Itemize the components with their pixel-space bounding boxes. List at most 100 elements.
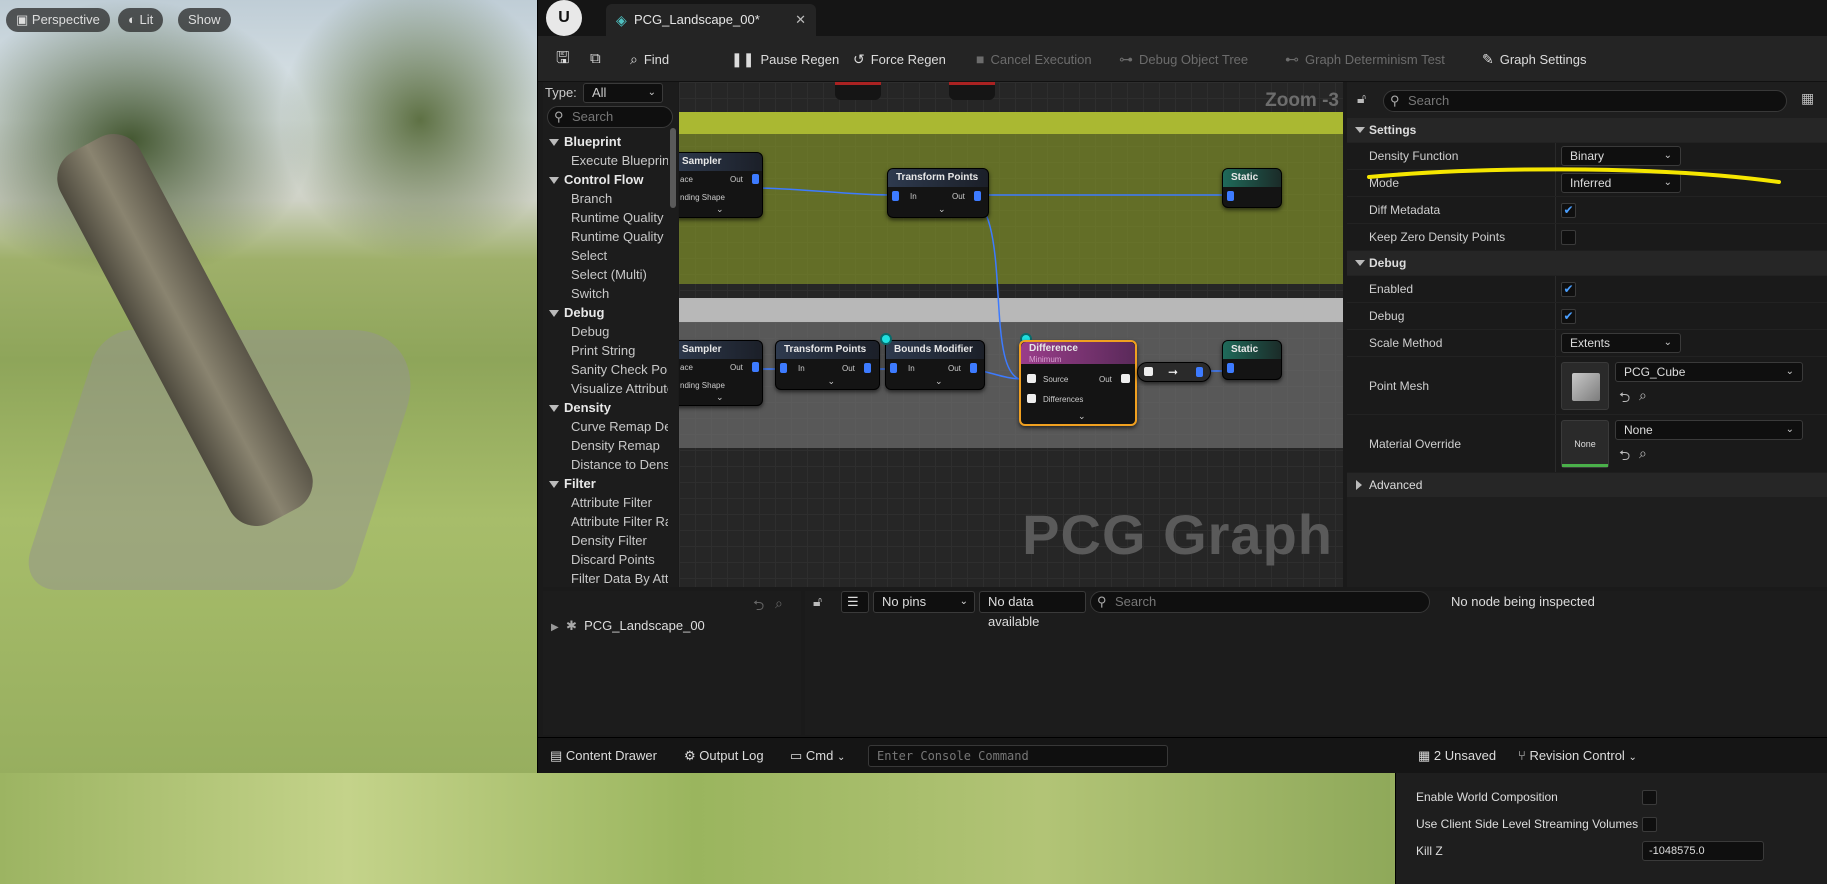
node-bounds-modifier-out-pin[interactable] [970, 363, 977, 373]
advanced-section-header[interactable]: Advanced [1347, 473, 1827, 497]
revision-control-button[interactable]: ⑂ Revision Control ⌄ [1518, 738, 1637, 774]
browse-icon[interactable]: ⧉ [590, 36, 601, 82]
pins-dropdown[interactable]: No pins ⌄ [873, 591, 975, 613]
palette-category[interactable]: Control Flow [543, 170, 668, 189]
chevron-down-icon[interactable]: ⌄ [716, 204, 724, 215]
show-button[interactable]: Show [178, 8, 231, 32]
console-command-input[interactable]: Enter Console Command [868, 745, 1168, 767]
palette-item[interactable]: Select [543, 246, 668, 265]
palette-item[interactable]: Attribute Filter [543, 493, 668, 512]
inspector-search-input[interactable]: ⚲ Search [1090, 591, 1430, 613]
node-transform-points-top-in-pin[interactable] [892, 191, 899, 201]
cmd-dropdown[interactable]: ▭ Cmd ⌄ [790, 738, 845, 774]
reroute-dot-bounds[interactable] [880, 333, 892, 345]
point-mesh-dropdown[interactable]: PCG_Cube ⌄ [1615, 362, 1803, 382]
node-transform-points-bottom-out-pin[interactable] [864, 363, 871, 373]
palette-item[interactable]: Print String [543, 341, 668, 360]
node-bounds-modifier[interactable]: Bounds Modifier In Out ⌄ [885, 340, 985, 390]
node-bounds-modifier-in-pin[interactable] [890, 363, 897, 373]
node-transform-points-bottom[interactable]: Transform Points In Out ⌄ [775, 340, 880, 390]
node-static-bottom-in-pin[interactable] [1227, 363, 1234, 373]
data-dropdown[interactable]: No data available [979, 591, 1086, 629]
node-difference-differences-pin[interactable] [1027, 394, 1036, 403]
chevron-down-icon[interactable]: ⌄ [716, 392, 724, 403]
palette-item[interactable]: Distance to Density [543, 455, 668, 474]
lock-icon[interactable]: 🔓︎ [813, 593, 822, 610]
palette-scrollbar[interactable] [670, 128, 676, 208]
back-icon[interactable]: ⮌ [753, 595, 764, 619]
filter-button[interactable]: ☰ [841, 591, 869, 613]
palette-item[interactable]: Curve Remap Density [543, 417, 668, 436]
node-difference-out-pin[interactable] [1121, 374, 1130, 383]
palette-item[interactable]: Runtime Quality [543, 208, 668, 227]
node-sampler-top-out-pin[interactable] [752, 174, 759, 184]
browse-asset-icon[interactable]: ⌕ [1639, 445, 1647, 462]
enable-world-composition-checkbox[interactable] [1642, 790, 1657, 805]
lit-button[interactable]: ◐ Lit [118, 8, 164, 32]
client-side-streaming-checkbox[interactable] [1642, 817, 1657, 832]
output-log-button[interactable]: ⚙ Output Log [684, 738, 764, 774]
material-override-thumbnail[interactable]: None [1561, 420, 1609, 468]
node-convert-out-pin[interactable] [1196, 367, 1203, 377]
palette-item[interactable]: Filter Data By Attribute [543, 569, 668, 588]
outliner-item-pcg-landscape[interactable]: ▶ ✱ PCG_Landscape_00 [551, 615, 705, 637]
node-transform-points-top[interactable]: Transform Points In Out ⌄ [887, 168, 989, 218]
save-icon[interactable]: 🖫 [556, 36, 570, 82]
browse-icon[interactable]: ⌕ [775, 595, 783, 612]
chevron-down-icon[interactable]: ⌄ [1078, 411, 1086, 422]
graph-canvas[interactable]: Sampler ace Out nding Shape ⌄ Transform … [679, 82, 1343, 587]
chevron-down-icon[interactable]: ⌄ [938, 204, 946, 215]
perspective-button[interactable]: ▣ Perspective [6, 8, 110, 32]
palette-item[interactable]: Density Filter [543, 531, 668, 550]
node-sampler-bottom-out-pin[interactable] [752, 362, 759, 372]
palette-category[interactable]: Blueprint [543, 132, 668, 151]
point-mesh-thumbnail[interactable] [1561, 362, 1609, 410]
palette-item[interactable]: Visualize Attribute [543, 379, 668, 398]
palette-item[interactable]: Debug [543, 322, 668, 341]
node-difference[interactable]: Difference Minimum Source Out Difference… [1019, 340, 1137, 426]
document-tab[interactable]: ◈ PCG_Landscape_00* ✕ [606, 4, 816, 36]
scale-method-dropdown[interactable]: Extents ⌄ [1561, 333, 1681, 353]
palette-category[interactable]: Density [543, 398, 668, 417]
palette-item[interactable]: Switch [543, 284, 668, 303]
type-dropdown[interactable]: All ⌄ [583, 83, 663, 103]
find-button[interactable]: ⌕ Find [630, 36, 669, 82]
palette-item[interactable]: Attribute Filter Range [543, 512, 668, 531]
cancel-execution-button[interactable]: ■ Cancel Execution [976, 36, 1092, 82]
material-override-dropdown[interactable]: None ⌄ [1615, 420, 1803, 440]
chevron-down-icon[interactable]: ⌄ [828, 376, 836, 387]
graph-settings-button[interactable]: ✎ Graph Settings [1482, 36, 1586, 82]
node-static-top[interactable]: Static [1222, 168, 1282, 208]
node-transform-points-bottom-in-pin[interactable] [780, 363, 787, 373]
palette-item[interactable]: Runtime Quality [543, 227, 668, 246]
close-tab-icon[interactable]: ✕ [795, 4, 806, 36]
palette-item[interactable]: Discard Points [543, 550, 668, 569]
use-selected-asset-icon[interactable]: ⮌ [1619, 387, 1630, 411]
pause-regen-button[interactable]: ❚❚ Pause Regen [731, 36, 839, 82]
palette-item[interactable]: Execute Blueprint [543, 151, 668, 170]
unreal-logo-icon[interactable]: U [546, 0, 582, 36]
force-regen-button[interactable]: ↺ Force Regen [853, 36, 946, 82]
chevron-down-icon[interactable]: ⌄ [935, 376, 943, 387]
node-static-top-in-pin[interactable] [1227, 191, 1234, 201]
palette-item[interactable]: Branch [543, 189, 668, 208]
palette-search-input[interactable]: ⚲ Search [547, 106, 673, 128]
palette-item[interactable]: Sanity Check Point [543, 360, 668, 379]
debug-object-tree-button[interactable]: ⊶ Debug Object Tree [1119, 36, 1248, 82]
palette-item[interactable]: Density Remap [543, 436, 668, 455]
use-selected-asset-icon[interactable]: ⮌ [1619, 445, 1630, 469]
node-convert[interactable]: ➞ [1137, 362, 1211, 382]
node-sampler-top[interactable]: Sampler ace Out nding Shape ⌄ [679, 152, 763, 218]
palette-category[interactable]: Filter [543, 474, 668, 493]
graph-determinism-test-button[interactable]: ⊷ Graph Determinism Test [1285, 36, 1445, 82]
node-transform-points-top-out-pin[interactable] [974, 191, 981, 201]
palette-item[interactable]: Select (Multi) [543, 265, 668, 284]
debug-checkbox[interactable]: ✔ [1561, 309, 1576, 324]
node-difference-source-pin[interactable] [1027, 374, 1036, 383]
node-sampler-bottom[interactable]: Sampler ace Out nding Shape ⌄ [679, 340, 763, 406]
browse-asset-icon[interactable]: ⌕ [1639, 387, 1647, 404]
node-convert-in-pin[interactable] [1144, 367, 1153, 376]
enabled-checkbox[interactable]: ✔ [1561, 282, 1576, 297]
palette-category[interactable]: Debug [543, 303, 668, 322]
unsaved-button[interactable]: ▦ 2 Unsaved [1418, 738, 1496, 774]
